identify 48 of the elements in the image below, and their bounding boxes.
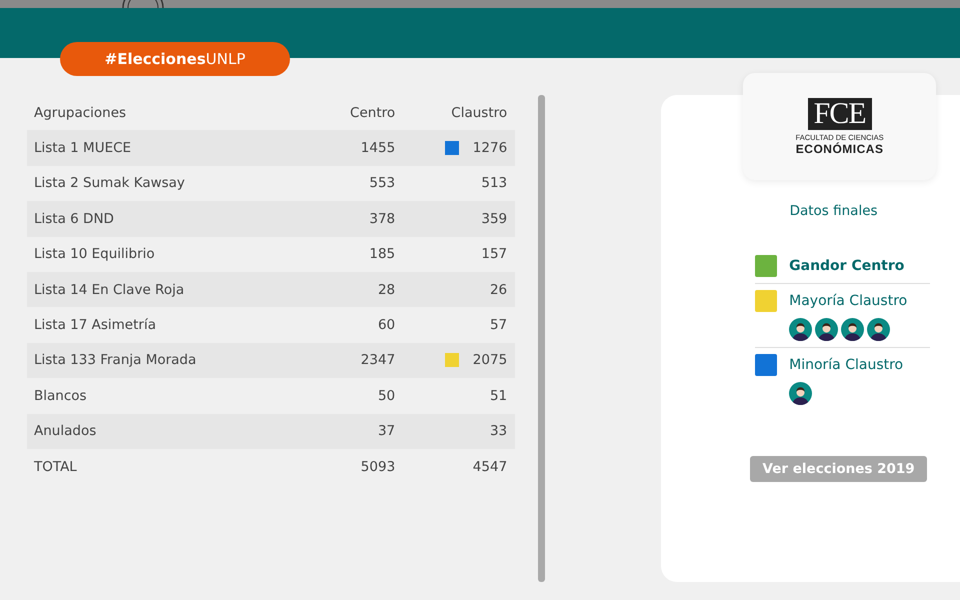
hashtag-banner: #EleccionesUNLP — [60, 42, 290, 76]
table-cell-text: 378 — [368, 210, 396, 227]
column-header: Centro — [349, 104, 396, 121]
table-cell-text: Lista 17 Asimetría — [33, 317, 157, 334]
avatar-icon — [841, 318, 864, 341]
avatar-icon — [867, 318, 890, 341]
logo-text: ECONÓMICAS — [796, 142, 884, 156]
table-cell-text: 2347 — [360, 352, 396, 368]
table-cell-text: 50 — [376, 388, 396, 404]
legend-label: Minoría Claustro — [789, 356, 904, 375]
table-cell: 1276 — [472, 140, 508, 156]
avatar-icon — [789, 382, 812, 405]
column-header: Claustro — [450, 104, 508, 121]
table-cell: 57 — [490, 317, 508, 334]
logo-initials: FCE — [808, 98, 872, 130]
table-cell-text: Lista 6 DND — [33, 210, 115, 227]
column-header: Agrupaciones — [33, 104, 128, 121]
table-cell: 359 — [481, 210, 508, 227]
scrollbar[interactable] — [538, 95, 546, 582]
table-cell-text: Lista 2 Sumak Kawsay — [33, 175, 186, 192]
legend-label: Gandor Centro — [789, 257, 904, 276]
table-cell: 157 — [481, 246, 508, 262]
table-cell-text: Anulados — [33, 423, 98, 440]
table-cell-text: 5093 — [360, 458, 396, 475]
table-cell-text: 185 — [368, 246, 396, 262]
table-cell-text: Lista 14 En Clave Roja — [33, 282, 186, 298]
table-cell: 2075 — [472, 352, 508, 368]
table-cell-text: 37 — [376, 423, 396, 440]
table-cell-text: Lista 133 Franja Morada — [33, 352, 198, 368]
view-elections-button[interactable]: Ver elecciones 2019 — [750, 456, 928, 482]
table-cell: 51 — [490, 388, 508, 404]
table-cell-text: 553 — [368, 175, 396, 192]
table-cell: 26 — [490, 282, 508, 298]
results-title: Datos finales — [788, 203, 879, 219]
table-cell: 4547 — [472, 458, 508, 475]
table-cell-text: Lista 10 Equilibrio — [33, 246, 156, 262]
table-cell-text: Lista 1 MUECE — [33, 140, 132, 156]
avatar-icon — [789, 318, 812, 341]
table-cell-text: 28 — [376, 282, 396, 298]
table-cell: 513 — [481, 175, 508, 192]
table-cell-text: 60 — [376, 317, 396, 334]
legend-label: Mayoría Claustro — [789, 292, 908, 311]
table-cell-text: TOTAL — [33, 458, 78, 475]
emblem-icon — [120, 0, 166, 8]
table-cell-text: Blancos — [33, 388, 88, 404]
avatar-icon — [815, 318, 838, 341]
table-cell-text: 1455 — [360, 140, 396, 156]
table-cell: 33 — [490, 423, 508, 440]
